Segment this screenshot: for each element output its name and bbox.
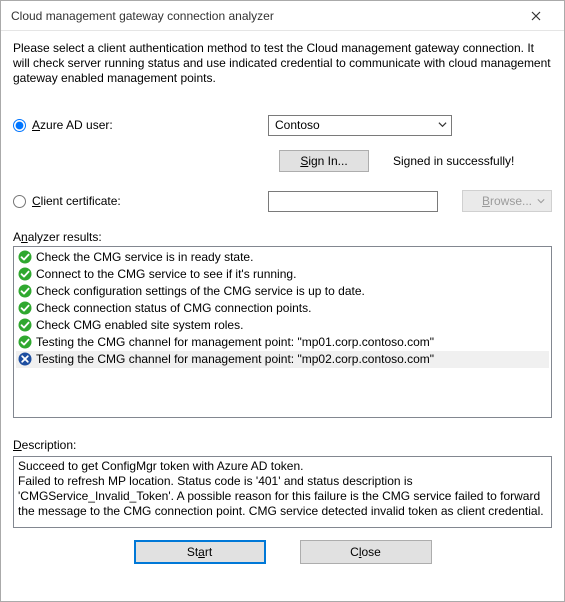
result-text: Testing the CMG channel for management p… [36, 352, 547, 367]
client-cert-row: Client certificate: Browse... [13, 190, 552, 212]
results-list[interactable]: Check the CMG service is in ready state.… [13, 246, 552, 418]
description-label: Description: [13, 438, 552, 452]
titlebar: Cloud management gateway connection anal… [1, 1, 564, 31]
result-host: "mp01.corp.contoso.com" [297, 335, 434, 349]
window-title: Cloud management gateway connection anal… [11, 9, 274, 23]
azure-ad-radio-label[interactable]: Azure AD user: [13, 118, 268, 132]
success-icon [18, 301, 32, 315]
result-text: Check connection status of CMG connectio… [36, 301, 547, 316]
result-text: Connect to the CMG service to see if it'… [36, 267, 547, 282]
sign-in-button[interactable]: Sign In... [279, 150, 369, 172]
chevron-down-icon [438, 118, 447, 132]
success-icon [18, 267, 32, 281]
result-text: Check configuration settings of the CMG … [36, 284, 547, 299]
result-host: "mp02.corp.contoso.com" [297, 352, 434, 366]
azure-ad-row: Azure AD user: Contoso [13, 114, 552, 136]
success-icon [18, 284, 32, 298]
content-area: Please select a client authentication me… [1, 31, 564, 601]
success-icon [18, 318, 32, 332]
result-row[interactable]: Testing the CMG channel for management p… [16, 351, 549, 368]
result-text: Check the CMG service is in ready state. [36, 250, 547, 265]
client-cert-radio[interactable] [13, 195, 26, 208]
sign-in-row: Sign In... Signed in successfully! [279, 150, 552, 172]
client-cert-label-text: Client certificate: [32, 194, 121, 208]
result-text: Testing the CMG channel for management p… [36, 335, 547, 350]
sign-in-status: Signed in successfully! [393, 154, 514, 168]
description-box[interactable]: Succeed to get ConfigMgr token with Azur… [13, 456, 552, 528]
success-icon [18, 335, 32, 349]
success-icon [18, 250, 32, 264]
result-row[interactable]: Check configuration settings of the CMG … [16, 283, 549, 300]
chevron-down-icon [537, 194, 545, 208]
button-bar: Start Close [13, 528, 552, 564]
browse-button: Browse... [462, 190, 552, 212]
client-cert-input[interactable] [268, 191, 438, 212]
close-icon [531, 11, 541, 21]
start-button[interactable]: Start [134, 540, 266, 564]
result-row[interactable]: Testing the CMG channel for management p… [16, 334, 549, 351]
result-row[interactable]: Connect to the CMG service to see if it'… [16, 266, 549, 283]
client-cert-radio-label[interactable]: Client certificate: [13, 194, 268, 208]
tenant-selected-value: Contoso [275, 118, 320, 132]
azure-ad-radio[interactable] [13, 119, 26, 132]
result-row[interactable]: Check connection status of CMG connectio… [16, 300, 549, 317]
result-text: Check CMG enabled site system roles. [36, 318, 547, 333]
result-row[interactable]: Check CMG enabled site system roles. [16, 317, 549, 334]
close-button[interactable]: Close [300, 540, 432, 564]
window-close-button[interactable] [516, 2, 556, 30]
result-row[interactable]: Check the CMG service is in ready state. [16, 249, 549, 266]
azure-ad-label-text: Azure AD user: [32, 118, 113, 132]
dialog-window: Cloud management gateway connection anal… [0, 0, 565, 602]
instructions-text: Please select a client authentication me… [13, 41, 552, 86]
error-icon [18, 352, 32, 366]
results-label: Analyzer results: [13, 230, 552, 244]
tenant-combobox[interactable]: Contoso [268, 115, 452, 136]
